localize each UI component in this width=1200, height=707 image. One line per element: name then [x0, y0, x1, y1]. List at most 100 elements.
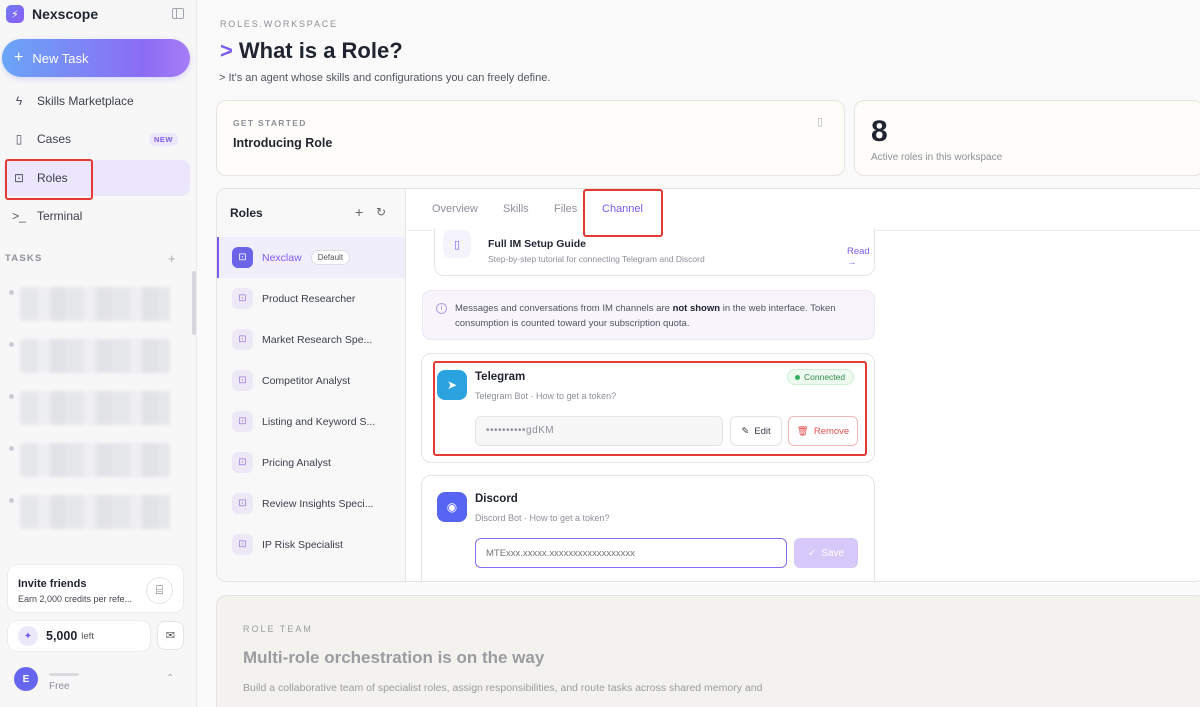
task-item[interactable]	[9, 391, 170, 425]
pencil-icon: ✎	[741, 425, 750, 437]
task-dot	[9, 394, 14, 399]
role-team-description: Build a collaborative team of specialist…	[243, 682, 763, 694]
task-dot	[9, 290, 14, 295]
role-item[interactable]: ⊡ Pricing Analyst	[217, 442, 405, 483]
sidebar-item-label: Cases	[37, 132, 72, 146]
sidebar-item-skills-marketplace[interactable]: ϟ Skills Marketplace	[4, 83, 190, 119]
tab-skills[interactable]: Skills	[503, 203, 529, 215]
logo-icon: ⚡	[6, 5, 24, 23]
roles-panel: Roles + ↻ ⊡ Nexclaw Default ⊡ Product Res…	[216, 188, 1200, 582]
role-item[interactable]: ⊡ Product Researcher	[217, 278, 405, 319]
tab-files[interactable]: Files	[554, 203, 577, 215]
tab-overview[interactable]: Overview	[432, 203, 478, 215]
tab-channel[interactable]: Channel	[602, 203, 643, 215]
invite-subtitle: Earn 2,000 credits per refe...	[18, 594, 133, 604]
bolt-icon: ϟ	[15, 94, 23, 108]
im-notice: i Messages and conversations from IM cha…	[422, 290, 875, 340]
role-name: Competitor Analyst	[262, 374, 351, 387]
new-badge: NEW	[149, 133, 178, 146]
plus-icon: +	[14, 49, 24, 66]
sparkle-icon: ✦	[18, 626, 38, 646]
get-started-card[interactable]: GET STARTED Introducing Role ▯	[216, 100, 845, 176]
role-item[interactable]: ⊡ Review Insights Speci...	[217, 483, 405, 524]
credits-widget[interactable]: ✦ 5,000 left	[7, 620, 151, 652]
task-dot	[9, 446, 14, 451]
robot-icon: ⊡	[232, 534, 253, 555]
edit-label: Edit	[754, 425, 771, 437]
guide-title: Full IM Setup Guide	[488, 238, 586, 250]
invite-title: Invite friends	[18, 578, 87, 590]
task-blurred	[20, 495, 170, 529]
add-role-icon[interactable]: +	[355, 204, 363, 220]
sidebar: ⚡ Nexscope + New Task ϟ Skills Marketpla…	[0, 0, 197, 707]
add-task-icon[interactable]: +	[168, 251, 176, 266]
active-roles-count: 8	[871, 115, 888, 148]
save-button[interactable]: ✓ Save	[794, 538, 858, 568]
default-badge: Default	[310, 250, 351, 265]
notice-text: Messages and conversations from IM chann…	[455, 301, 855, 331]
book-open-icon: ▯	[443, 230, 471, 258]
chevron-up-icon[interactable]: ⌃	[166, 673, 174, 684]
brand[interactable]: ⚡ Nexscope	[6, 5, 98, 23]
discord-token-input[interactable]	[475, 538, 787, 568]
robot-icon: ⊡	[232, 288, 253, 309]
tasks-heading: TASKS	[5, 253, 43, 264]
credits-amount: 5,000	[46, 629, 78, 643]
remove-label: Remove	[813, 425, 850, 437]
active-roles-card: 8 Active roles in this workspace	[854, 100, 1200, 176]
role-item[interactable]: ⊡ Market Research Spe...	[217, 319, 405, 360]
task-blurred	[20, 287, 170, 321]
avatar[interactable]: E	[14, 667, 38, 691]
task-blurred	[20, 339, 170, 373]
role-item-nexclaw[interactable]: ⊡ Nexclaw Default	[217, 237, 405, 278]
discord-card: ◉ Discord Discord Bot · How to get a tok…	[421, 475, 875, 581]
sidebar-item-cases[interactable]: ▯ Cases NEW	[4, 121, 190, 157]
read-link[interactable]: Read →	[847, 246, 874, 268]
sidebar-item-terminal[interactable]: >_ Terminal	[4, 198, 190, 234]
role-item[interactable]: ⊡ Listing and Keyword S...	[217, 401, 405, 442]
role-team-title: Multi-role orchestration is on the way	[243, 648, 545, 667]
credits-suffix: left	[81, 630, 94, 642]
task-item[interactable]	[9, 287, 170, 321]
inbox-icon[interactable]: ✉	[157, 621, 184, 650]
role-name: Product Researcher	[262, 292, 356, 305]
sidebar-scrollbar[interactable]	[192, 271, 196, 335]
prompt-mark: >	[220, 38, 233, 63]
role-tabs: Overview Skills Files Channel	[407, 189, 1200, 231]
role-name: IP Risk Specialist	[262, 538, 343, 551]
brand-name: Nexscope	[32, 6, 99, 22]
role-name: Pricing Analyst	[262, 456, 331, 469]
invite-card[interactable]: Invite friends Earn 2,000 credits per re…	[7, 564, 184, 613]
roles-heading: Roles	[230, 206, 263, 220]
edit-button[interactable]: ✎ Edit	[730, 416, 782, 446]
new-task-button[interactable]: + New Task	[2, 39, 190, 77]
trash-icon: 🗑	[796, 425, 809, 437]
active-roles-label: Active roles in this workspace	[871, 152, 1003, 163]
discord-subtitle[interactable]: Discord Bot · How to get a token?	[475, 513, 610, 523]
role-team-card: ROLE TEAM Multi-role orchestration is on…	[216, 595, 1200, 707]
book-icon: ▯	[15, 132, 23, 146]
sidebar-item-label: Roles	[37, 171, 68, 185]
refresh-icon[interactable]: ↻	[376, 205, 386, 219]
task-item[interactable]	[9, 495, 170, 529]
sidebar-item-roles[interactable]: ⊡ Roles	[4, 160, 190, 196]
role-name: Nexclaw	[262, 251, 302, 264]
notice-text-start: Messages and conversations from IM chann…	[455, 303, 673, 314]
task-item[interactable]	[9, 443, 170, 477]
roles-list: Roles + ↻ ⊡ Nexclaw Default ⊡ Product Res…	[217, 189, 406, 581]
robot-icon: ⊡	[232, 452, 253, 473]
gift-icon[interactable]: ⌸	[146, 577, 173, 604]
sidebar-item-label: Terminal	[37, 209, 83, 223]
get-started-title: Introducing Role	[233, 136, 333, 150]
setup-guide-card[interactable]: ▯ Full IM Setup Guide Step-by-step tutor…	[434, 228, 875, 276]
sidebar-toggle-icon[interactable]	[172, 8, 184, 19]
get-started-label: GET STARTED	[233, 118, 307, 128]
task-dot	[9, 342, 14, 347]
page-title-text: What is a Role?	[238, 38, 403, 63]
role-item[interactable]: ⊡ Competitor Analyst	[217, 360, 405, 401]
telegram-subtitle[interactable]: Telegram Bot · How to get a token?	[475, 391, 616, 401]
role-item[interactable]: ⊡ IP Risk Specialist	[217, 524, 405, 565]
remove-button[interactable]: 🗑 Remove	[788, 416, 858, 446]
task-item[interactable]	[9, 339, 170, 373]
role-team-label: ROLE TEAM	[243, 624, 313, 634]
